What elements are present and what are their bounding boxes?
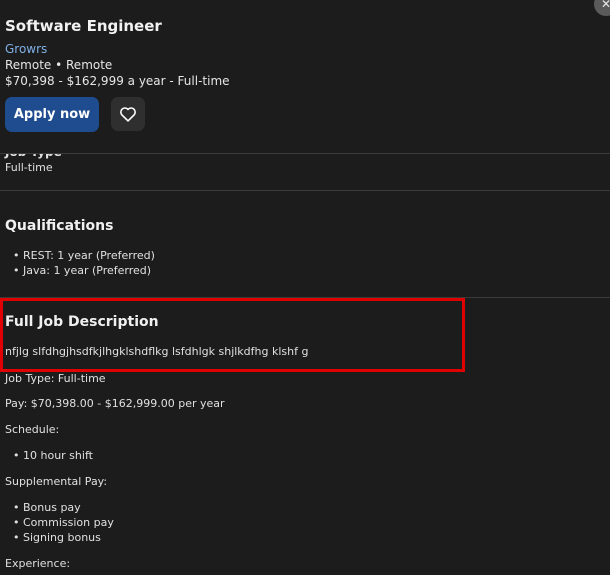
qualification-item: REST: 1 year (Preferred)	[13, 249, 155, 262]
full-job-description-heading: Full Job Description	[5, 314, 159, 330]
qualifications-heading: Qualifications	[5, 218, 114, 234]
supplemental-pay-item: Signing bonus	[13, 531, 101, 544]
company-link[interactable]: Growrs	[5, 42, 47, 56]
section-divider	[0, 190, 610, 191]
job-header: Software Engineer Growrs Remote • Remote…	[0, 0, 610, 154]
heart-icon	[119, 106, 137, 122]
close-button[interactable]: ✕	[594, 0, 610, 16]
schedule-label: Schedule:	[5, 423, 60, 436]
experience-label: Experience:	[5, 557, 71, 570]
supplemental-pay-label: Supplemental Pay:	[5, 475, 108, 488]
supplemental-pay-item: Commission pay	[13, 516, 114, 529]
pay-line: Pay: $70,398.00 - $162,999.00 per year	[5, 397, 225, 410]
job-type-value: Full-time	[5, 161, 53, 174]
qualification-item: Java: 1 year (Preferred)	[13, 264, 151, 277]
job-type-line: Job Type: Full-time	[5, 372, 106, 385]
job-location: Remote • Remote	[5, 58, 113, 72]
section-divider	[0, 297, 610, 298]
supplemental-pay-item: Bonus pay	[13, 501, 81, 514]
job-description-body: nfjlg slfdhgjhsdfkjlhgklshdflkg lsfdhlgk…	[5, 345, 309, 358]
job-details-panel: Job Type Full-time Qualifications REST: …	[0, 0, 610, 575]
job-title: Software Engineer	[5, 17, 162, 35]
schedule-item: 10 hour shift	[13, 449, 93, 462]
apply-now-button[interactable]: Apply now	[5, 97, 99, 132]
close-icon: ✕	[600, 0, 610, 11]
job-salary: $70,398 - $162,999 a year - Full-time	[5, 74, 230, 88]
save-job-button[interactable]	[111, 97, 145, 131]
